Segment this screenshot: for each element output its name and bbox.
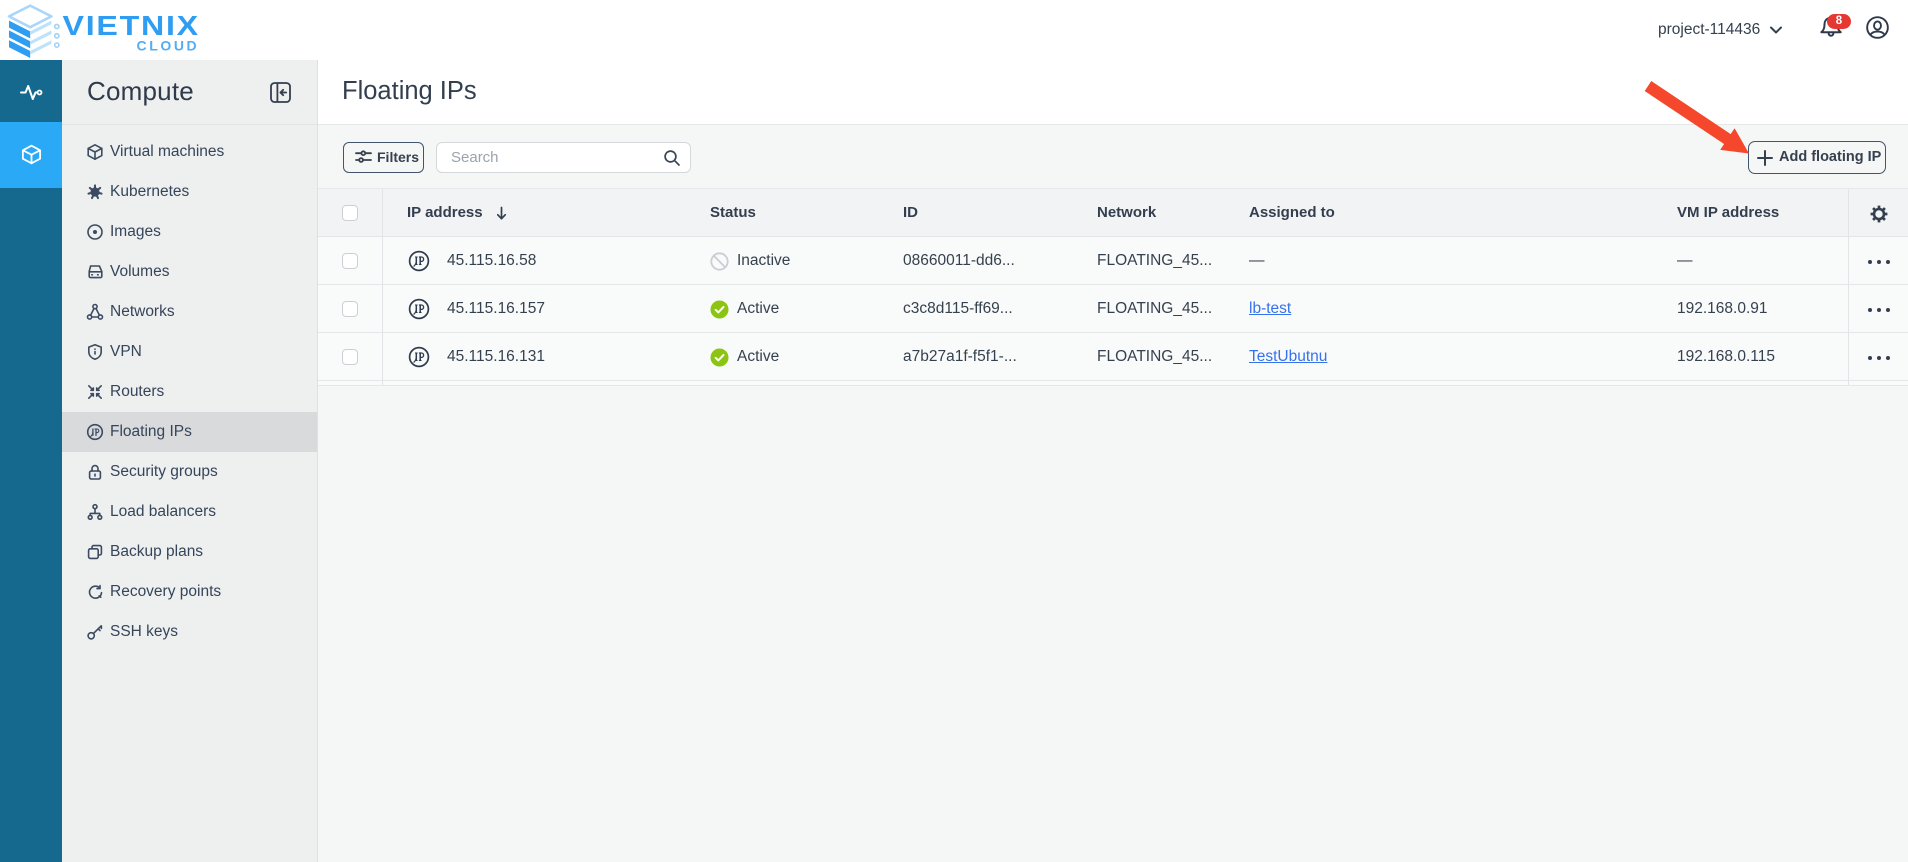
svg-text:CLOUD: CLOUD xyxy=(137,38,200,54)
